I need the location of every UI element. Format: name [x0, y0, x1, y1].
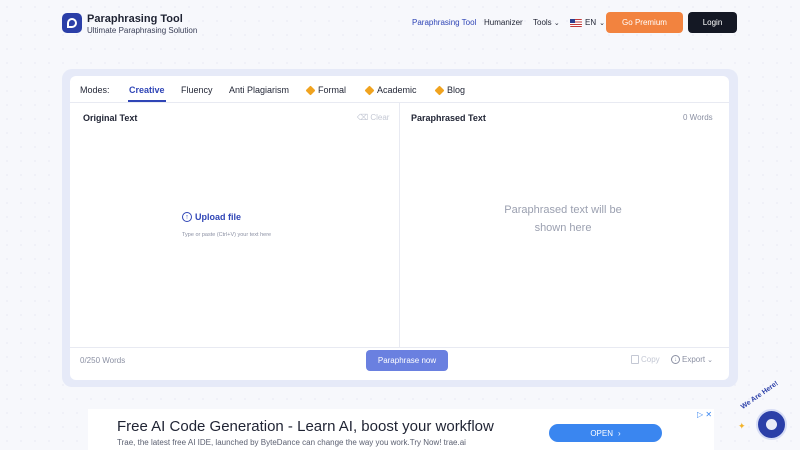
- chevron-down-icon: ⌄: [599, 19, 605, 27]
- upload-file-button[interactable]: ↑ Upload file: [182, 212, 241, 222]
- language-selector[interactable]: EN ⌄: [570, 18, 605, 27]
- tab-label: Creative: [129, 85, 165, 95]
- copy-icon: [631, 355, 639, 364]
- copy-label: Copy: [641, 355, 660, 364]
- tab-label: Fluency: [181, 85, 213, 95]
- premium-diamond-icon: [364, 85, 375, 95]
- active-tab-indicator: [128, 100, 166, 102]
- brand-title[interactable]: Paraphrasing Tool: [87, 13, 183, 25]
- ad-title[interactable]: Free AI Code Generation - Learn AI, boos…: [117, 418, 494, 435]
- tab-fluency[interactable]: Fluency: [181, 85, 213, 95]
- tab-creative[interactable]: Creative: [129, 85, 165, 95]
- export-label: Export: [682, 355, 706, 364]
- download-icon: ↓: [671, 355, 680, 364]
- tab-label: Anti Plagiarism: [229, 85, 290, 95]
- sparkle-icon: ✦: [738, 421, 746, 431]
- us-flag-icon: [570, 18, 582, 27]
- premium-diamond-icon: [305, 85, 316, 95]
- chevron-down-icon: ⌄: [553, 20, 560, 27]
- tab-academic[interactable]: Academic: [364, 85, 417, 95]
- nav-humanizer[interactable]: Humanizer: [484, 18, 523, 27]
- nav-paraphrasing-tool[interactable]: Paraphrasing Tool: [412, 18, 476, 27]
- modes-label: Modes:: [80, 85, 110, 95]
- tab-label: Blog: [447, 85, 466, 95]
- panel-divider: [399, 103, 400, 347]
- input-word-count: 0/250 Words: [80, 356, 126, 365]
- tab-label: Formal: [318, 85, 347, 95]
- eraser-icon: ⌫: [357, 113, 369, 122]
- premium-diamond-icon: [434, 85, 445, 95]
- output-word-count: 0 Words: [683, 113, 713, 122]
- original-text-title: Original Text: [83, 113, 138, 123]
- export-button[interactable]: ↓ Export ⌄: [671, 355, 713, 364]
- tab-formal[interactable]: Formal: [305, 85, 347, 95]
- paraphrase-now-button[interactable]: Paraphrase now: [366, 350, 448, 371]
- chat-icon: [766, 419, 777, 430]
- nav-tools-dropdown[interactable]: Tools ⌄: [533, 18, 560, 27]
- tab-anti-plagiarism[interactable]: Anti Plagiarism: [229, 85, 289, 95]
- ad-close-icon[interactable]: ▷ ✕: [697, 410, 712, 419]
- ad-open-button[interactable]: OPEN ›: [549, 424, 662, 442]
- go-premium-button[interactable]: Go Premium: [606, 12, 683, 33]
- brand-subtitle: Ultimate Paraphrasing Solution: [87, 26, 198, 35]
- output-placeholder: Paraphrased text will be shown here: [504, 204, 622, 234]
- chevron-down-icon: ⌄: [707, 356, 713, 364]
- nav-tools-label: Tools: [533, 18, 552, 27]
- input-hint[interactable]: Type or paste (Ctrl+V) your text here: [182, 232, 271, 238]
- ad-description: Trae, the latest free AI IDE, launched b…: [117, 438, 466, 447]
- ad-open-label: OPEN: [590, 428, 613, 438]
- paraphrased-text-title: Paraphrased Text: [411, 113, 486, 123]
- brand-logo-icon[interactable]: [62, 13, 82, 33]
- copy-button[interactable]: Copy: [631, 355, 660, 364]
- language-label: EN: [585, 18, 597, 27]
- clear-label: Clear: [370, 113, 390, 122]
- login-button[interactable]: Login: [688, 12, 737, 33]
- upload-label: Upload file: [195, 212, 242, 222]
- tab-label: Academic: [377, 85, 417, 95]
- tab-blog[interactable]: Blog: [434, 85, 466, 95]
- editor-footer-divider: [70, 347, 729, 348]
- clear-button[interactable]: ⌫ Clear: [357, 113, 389, 122]
- chevron-right-icon: ›: [618, 428, 621, 438]
- upload-icon: ↑: [182, 212, 192, 222]
